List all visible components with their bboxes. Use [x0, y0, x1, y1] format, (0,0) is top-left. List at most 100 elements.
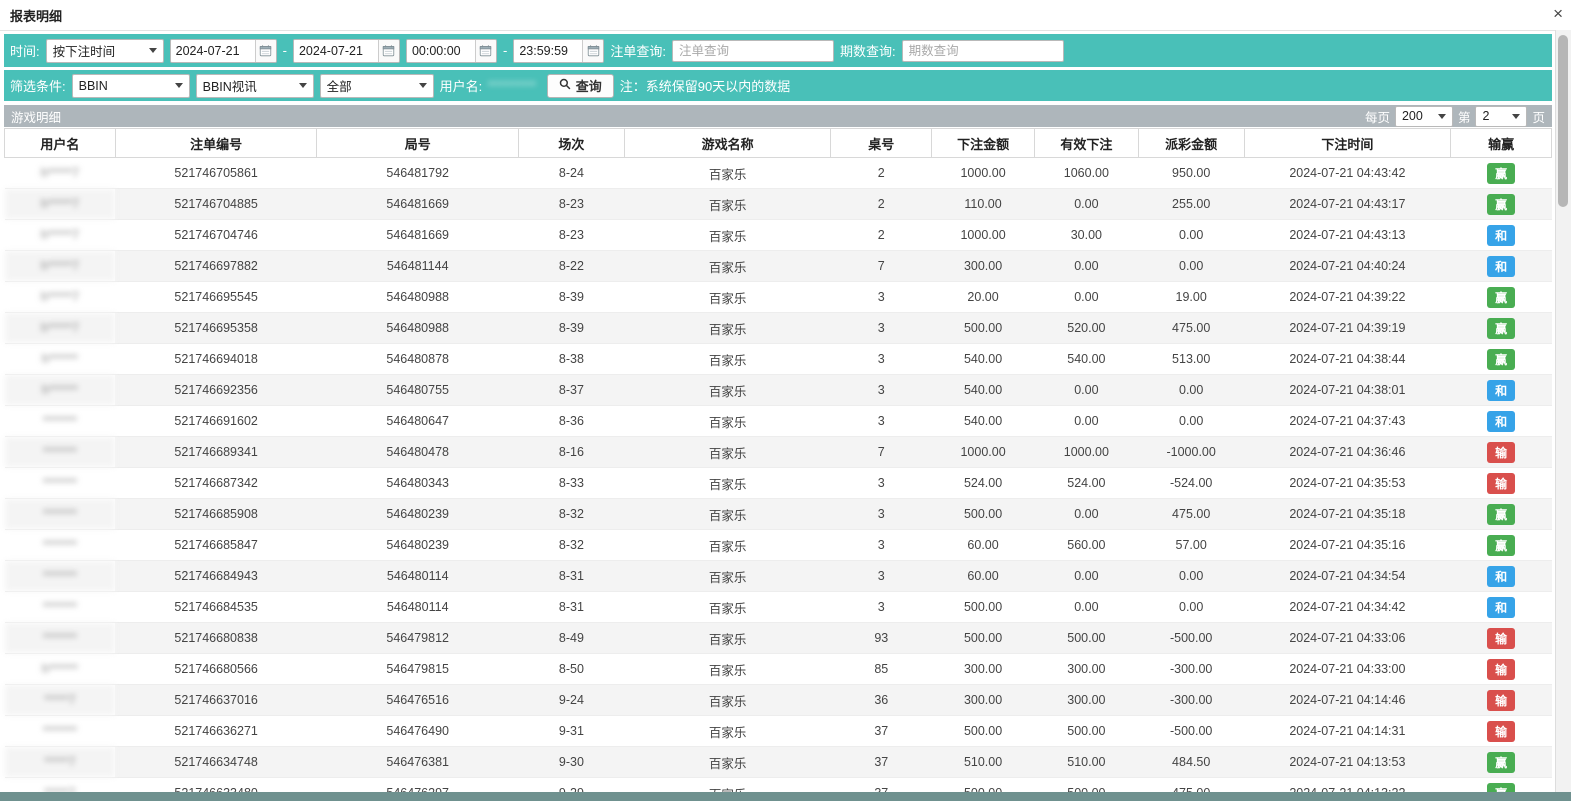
time-from-input[interactable] [407, 40, 475, 62]
page-label-after: 页 [1532, 107, 1545, 126]
cell-bet_no: 521746684943 [115, 561, 317, 592]
cell-bet_time: 2024-07-21 04:38:44 [1244, 344, 1451, 375]
table-row: h******5217466923565464807558-37百家乐3540.… [5, 375, 1552, 406]
cell-bet_amount: 1000.00 [932, 158, 1035, 189]
cell-round_no: 546481144 [317, 251, 519, 282]
cell-result: 输 [1451, 685, 1552, 716]
table-row: *******5217466893415464804788-16百家乐71000… [5, 437, 1552, 468]
platform-select[interactable]: BBIN [72, 74, 190, 98]
calendar-icon[interactable] [378, 40, 399, 62]
cell-result: 赢 [1451, 499, 1552, 530]
table-row: *******5217466916025464806478-36百家乐3540.… [5, 406, 1552, 437]
col-header-bet-amount: 下注金额 [932, 129, 1035, 158]
cell-valid_bet: 560.00 [1034, 530, 1138, 561]
page-select[interactable]: 2 [1475, 106, 1527, 127]
result-badge[interactable]: 和 [1487, 380, 1515, 401]
cell-session: 8-38 [518, 344, 624, 375]
table-row: *******5217466859085464802398-32百家乐3500.… [5, 499, 1552, 530]
category-selected: BBIN视讯 [203, 76, 257, 95]
cell-round_no: 546480878 [317, 344, 519, 375]
cell-bet_amount: 500.00 [932, 716, 1035, 747]
cell-payout: 0.00 [1138, 561, 1244, 592]
cell-session: 8-22 [518, 251, 624, 282]
result-badge[interactable]: 和 [1487, 256, 1515, 277]
cell-session: 8-23 [518, 220, 624, 251]
time-to-input[interactable] [514, 40, 582, 62]
result-badge[interactable]: 赢 [1487, 504, 1515, 525]
table-row: *******5217466858475464802398-32百家乐360.0… [5, 530, 1552, 561]
cell-bet_time: 2024-07-21 04:33:06 [1244, 623, 1451, 654]
cell-round_no: 546481792 [317, 158, 519, 189]
cell-bet_time: 2024-07-21 04:43:17 [1244, 189, 1451, 220]
cell-session: 8-50 [518, 654, 624, 685]
category-select[interactable]: BBIN视讯 [196, 74, 314, 98]
col-header-result: 输赢 [1451, 129, 1552, 158]
scrollbar-thumb[interactable] [1558, 35, 1568, 207]
result-badge[interactable]: 赢 [1487, 194, 1515, 215]
result-badge[interactable]: 输 [1487, 721, 1515, 742]
cell-result: 输 [1451, 654, 1552, 685]
result-badge[interactable]: 和 [1487, 411, 1515, 432]
result-badge[interactable]: 赢 [1487, 318, 1515, 339]
close-icon[interactable]: × [1553, 5, 1563, 22]
cell-session: 8-36 [518, 406, 624, 437]
date-from-input[interactable] [171, 40, 255, 62]
bet-query-input[interactable] [672, 40, 834, 62]
result-badge[interactable]: 和 [1487, 597, 1515, 618]
result-badge[interactable]: 赢 [1487, 349, 1515, 370]
query-button[interactable]: 查询 [547, 74, 614, 98]
chevron-down-icon [419, 83, 427, 88]
cell-table_no: 3 [831, 530, 932, 561]
cell-round_no: 546480988 [317, 313, 519, 344]
date-to-input[interactable] [294, 40, 378, 62]
result-badge[interactable]: 和 [1487, 566, 1515, 587]
bet-query-label: 注单查询: [610, 41, 666, 60]
result-badge[interactable]: 赢 [1487, 287, 1515, 308]
game-select[interactable]: 全部 [320, 74, 434, 98]
table-row: h*****75217467048855464816698-23百家乐2110.… [5, 189, 1552, 220]
cell-valid_bet: 500.00 [1034, 623, 1138, 654]
per-page-select[interactable]: 200 [1395, 106, 1453, 127]
result-badge[interactable]: 赢 [1487, 163, 1515, 184]
cell-table_no: 3 [831, 406, 932, 437]
bottom-strip [0, 792, 1571, 801]
cell-result: 和 [1451, 220, 1552, 251]
cell-valid_bet: 1000.00 [1034, 437, 1138, 468]
table-row: h*****75217466953585464809888-39百家乐3500.… [5, 313, 1552, 344]
result-badge[interactable]: 输 [1487, 442, 1515, 463]
result-badge[interactable]: 赢 [1487, 535, 1515, 556]
cell-result: 赢 [1451, 158, 1552, 189]
cell-bet_time: 2024-07-21 04:35:53 [1244, 468, 1451, 499]
cell-user: ******* [5, 623, 116, 654]
period-query-input[interactable] [902, 40, 1064, 62]
vertical-scrollbar[interactable] [1555, 30, 1571, 792]
cell-bet_no: 521746697882 [115, 251, 317, 282]
result-badge[interactable]: 赢 [1487, 752, 1515, 773]
cell-bet_amount: 300.00 [932, 251, 1035, 282]
result-badge[interactable]: 输 [1487, 659, 1515, 680]
clock-icon[interactable] [475, 40, 496, 62]
cell-bet_time: 2024-07-21 04:38:01 [1244, 375, 1451, 406]
cell-session: 8-23 [518, 189, 624, 220]
cell-round_no: 546479812 [317, 623, 519, 654]
cell-bet_no: 521746687342 [115, 468, 317, 499]
result-badge[interactable]: 和 [1487, 225, 1515, 246]
cell-session: 8-32 [518, 499, 624, 530]
cell-table_no: 3 [831, 313, 932, 344]
result-badge[interactable]: 输 [1487, 690, 1515, 711]
cell-session: 8-24 [518, 158, 624, 189]
cell-session: 8-32 [518, 530, 624, 561]
result-badge[interactable]: 输 [1487, 473, 1515, 494]
calendar-icon[interactable] [255, 40, 276, 62]
time-type-select[interactable]: 按下注时间 [46, 39, 164, 63]
per-page-label: 每页 [1365, 107, 1390, 126]
cell-user: *****7 [5, 685, 116, 716]
cell-bet_amount: 300.00 [932, 654, 1035, 685]
chevron-down-icon [149, 48, 157, 53]
cell-result: 输 [1451, 437, 1552, 468]
clock-icon[interactable] [582, 40, 603, 62]
cell-game: 百家乐 [624, 623, 831, 654]
cell-valid_bet: 500.00 [1034, 716, 1138, 747]
cell-round_no: 546481669 [317, 189, 519, 220]
result-badge[interactable]: 输 [1487, 628, 1515, 649]
